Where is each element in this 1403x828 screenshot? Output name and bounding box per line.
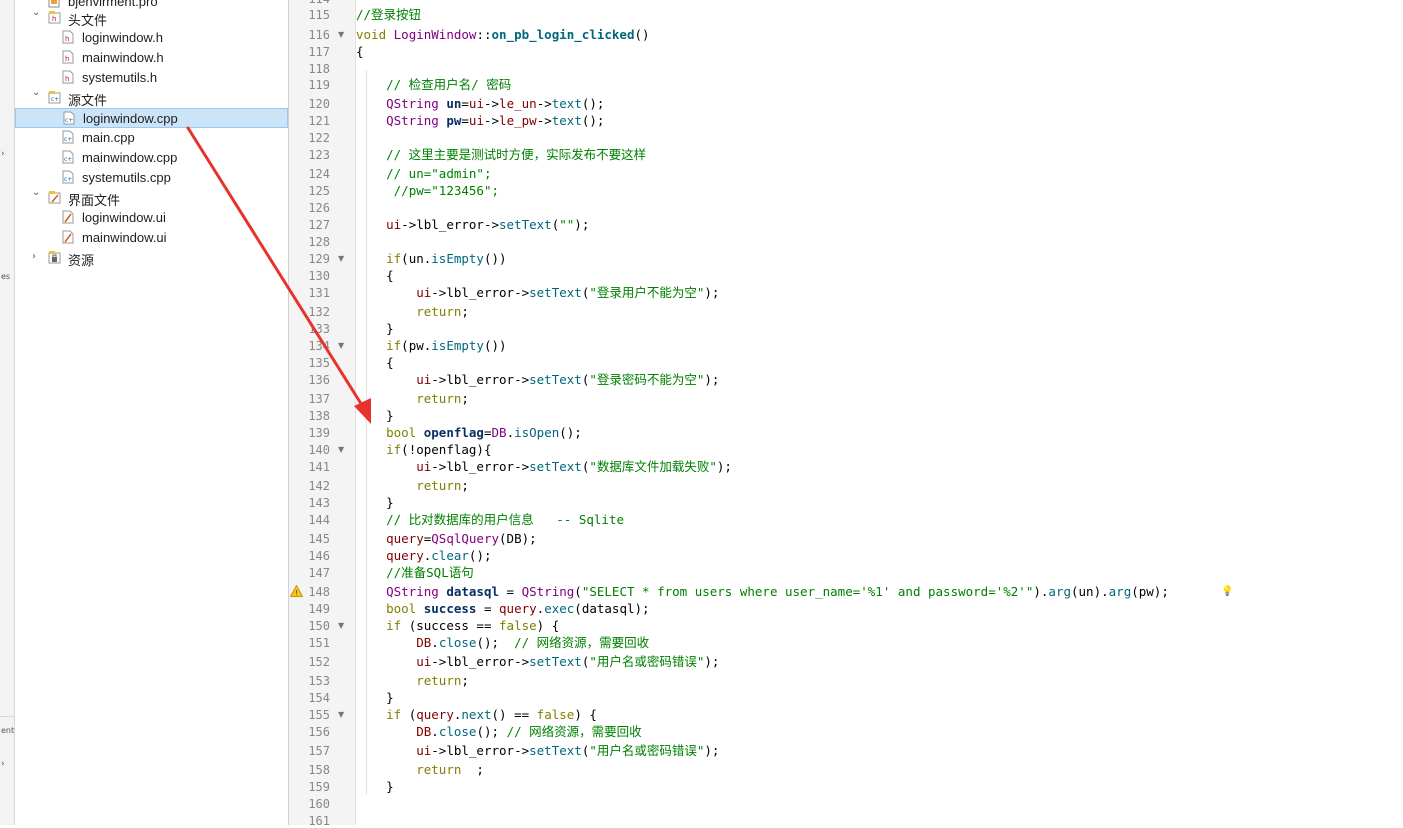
annotation-arrow xyxy=(186,126,371,424)
